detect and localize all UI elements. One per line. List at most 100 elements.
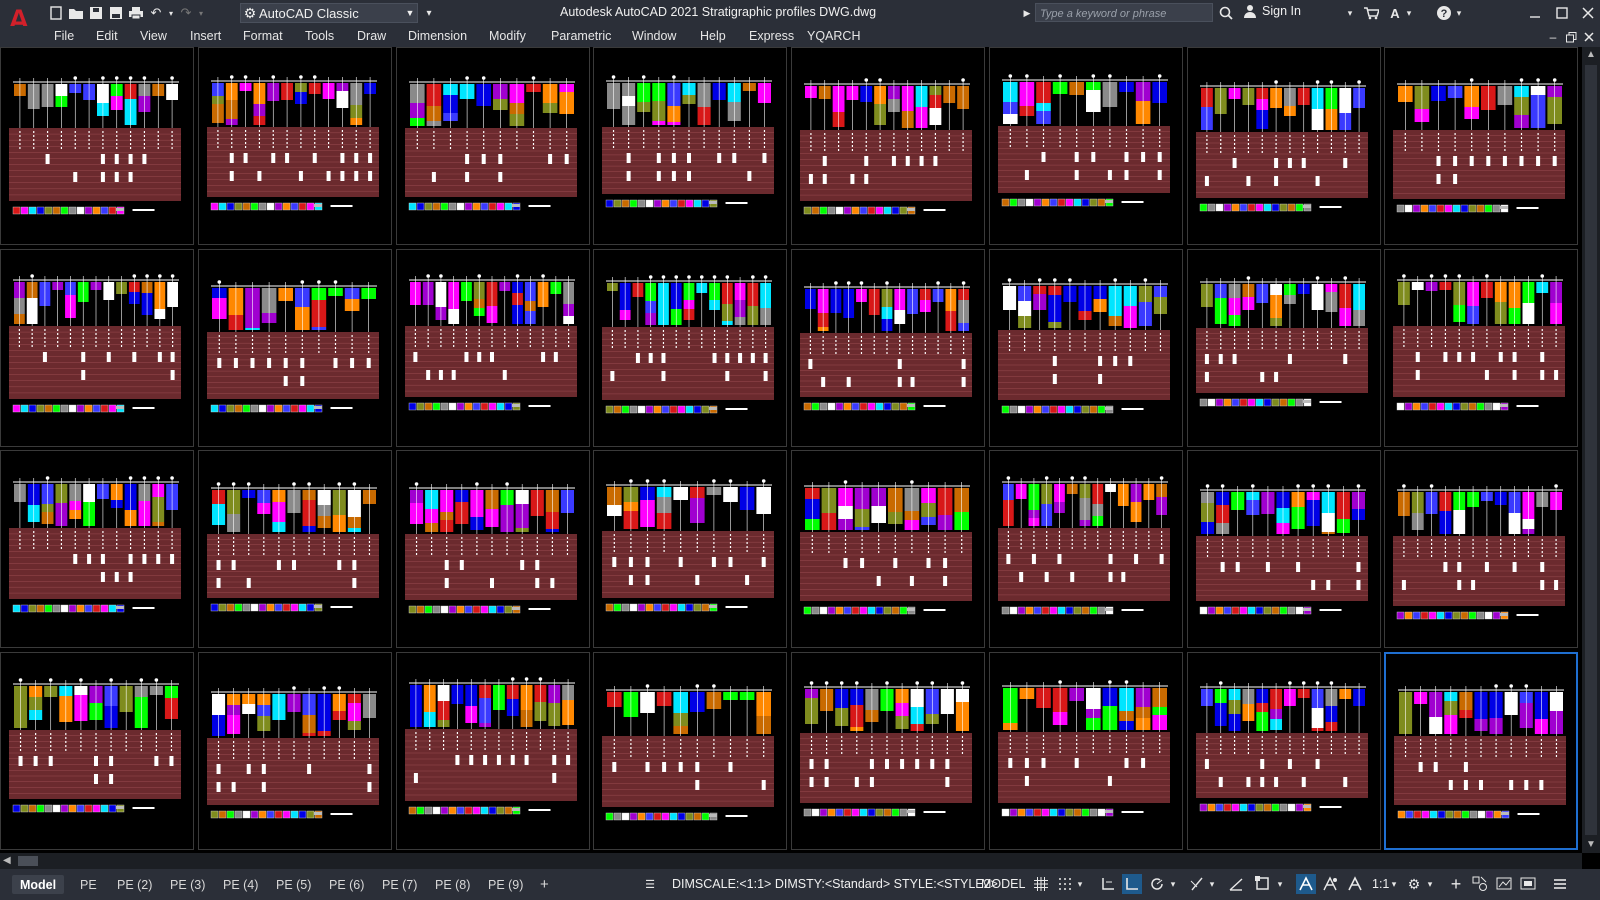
chevron-right-icon[interactable]: ▶ [1022, 3, 1032, 23]
tab-pe-7[interactable]: PE (7) [382, 875, 417, 894]
profile-sheet[interactable] [1187, 249, 1381, 447]
profile-sheet[interactable] [198, 47, 392, 245]
object-snap-dropdown-icon[interactable]: ▾ [1274, 874, 1286, 894]
minimize-icon[interactable] [1525, 3, 1545, 23]
menu-window[interactable]: Window [632, 29, 676, 43]
profile-sheet[interactable] [396, 450, 590, 648]
profile-sheet[interactable] [593, 249, 787, 447]
profile-sheet[interactable] [1187, 450, 1381, 648]
menu-view[interactable]: View [140, 29, 167, 43]
model-space-button[interactable]: MODEL [981, 877, 1025, 891]
profile-sheet[interactable] [198, 652, 392, 850]
profile-sheet[interactable] [593, 652, 787, 850]
a360-dropdown-icon[interactable]: ▾ [1404, 3, 1414, 23]
profile-sheet[interactable] [396, 249, 590, 447]
cart-icon[interactable] [1361, 3, 1381, 23]
horizontal-scroll-thumb[interactable] [18, 856, 38, 866]
object-snap-tracking-icon[interactable] [1226, 874, 1246, 894]
annotation-scale-value[interactable]: 1:1 [1372, 877, 1389, 891]
customize-toolbar-icon[interactable]: ▾ [422, 3, 436, 23]
tab-pe-5[interactable]: PE (5) [276, 875, 311, 894]
infer-constraints-icon[interactable] [1098, 874, 1118, 894]
profile-sheet[interactable] [0, 249, 194, 447]
save-icon[interactable] [86, 4, 106, 22]
profile-sheet[interactable] [989, 47, 1183, 245]
autodesk-a360-icon[interactable]: A [1385, 3, 1405, 23]
menu-dimension[interactable]: Dimension [408, 29, 467, 43]
profile-sheet[interactable] [198, 249, 392, 447]
profile-sheet[interactable] [0, 652, 194, 850]
sign-in-dropdown-icon[interactable]: ▾ [1344, 3, 1356, 23]
polar-tracking-icon[interactable] [1147, 874, 1167, 894]
profile-sheet[interactable] [1187, 652, 1381, 850]
profile-sheet[interactable] [0, 47, 194, 245]
snap-mode-icon[interactable] [1055, 874, 1075, 894]
object-snap-icon[interactable] [1253, 874, 1273, 894]
profile-sheet[interactable] [1384, 249, 1578, 447]
profile-sheet[interactable] [198, 450, 392, 648]
profile-sheet[interactable] [593, 450, 787, 648]
maximize-icon[interactable] [1552, 3, 1572, 23]
open-folder-icon[interactable] [66, 4, 86, 22]
clean-screen-icon[interactable] [1518, 874, 1538, 894]
redo-icon[interactable]: ↷ [176, 4, 196, 22]
workspace-dropdown-icon[interactable]: ▾ [1424, 874, 1436, 894]
tab-pe-3[interactable]: PE (3) [170, 875, 205, 894]
tab-pe-8[interactable]: PE (8) [435, 875, 470, 894]
menu-insert[interactable]: Insert [190, 29, 221, 43]
menu-parametric[interactable]: Parametric [551, 29, 611, 43]
menu-yqarch[interactable]: YQARCH [807, 29, 860, 43]
doc-close-icon[interactable] [1581, 27, 1597, 47]
vertical-scroll-thumb[interactable] [1585, 65, 1597, 835]
profile-sheet[interactable] [1384, 47, 1578, 245]
doc-restore-icon[interactable] [1563, 27, 1579, 47]
command-line-menu-icon[interactable]: ☰ [640, 874, 660, 894]
ortho-mode-icon[interactable] [1122, 874, 1142, 894]
tab-model[interactable]: Model [12, 875, 65, 894]
new-file-icon[interactable] [46, 4, 66, 22]
horizontal-scrollbar[interactable]: ◀ [0, 853, 1582, 869]
sign-in-button[interactable]: Sign In [1243, 4, 1301, 18]
customization-menu-icon[interactable] [1550, 874, 1570, 894]
search-icon[interactable] [1216, 3, 1236, 23]
tab-pe[interactable]: PE [80, 875, 97, 894]
profile-sheet[interactable] [593, 47, 787, 245]
menu-modify[interactable]: Modify [489, 29, 526, 43]
annotation-visibility-icon[interactable] [1296, 874, 1316, 894]
profile-sheet[interactable] [989, 450, 1183, 648]
profile-sheet[interactable] [396, 47, 590, 245]
menu-edit[interactable]: Edit [96, 29, 118, 43]
scroll-up-icon[interactable]: ▲ [1586, 49, 1596, 60]
search-field[interactable] [1035, 3, 1213, 23]
profile-sheet[interactable] [0, 450, 194, 648]
drawing-canvas[interactable] [0, 47, 1582, 853]
tab-pe-6[interactable]: PE (6) [329, 875, 364, 894]
scroll-left-icon[interactable]: ◀ [3, 855, 11, 866]
polar-dropdown-icon[interactable]: ▾ [1167, 874, 1179, 894]
doc-minimize-icon[interactable]: – [1545, 27, 1561, 47]
close-icon[interactable] [1578, 3, 1598, 23]
workspace-dropdown[interactable]: ⚙ AutoCAD Classic ▼ [240, 3, 418, 23]
profile-sheet[interactable] [791, 249, 985, 447]
tab-pe-9[interactable]: PE (9) [488, 875, 523, 894]
profile-sheet[interactable] [989, 652, 1183, 850]
undo-icon[interactable]: ↶ [146, 4, 166, 22]
save-as-icon[interactable] [106, 4, 126, 22]
vertical-scrollbar[interactable]: ▲ ▼ [1582, 47, 1600, 853]
profile-sheet[interactable] [791, 450, 985, 648]
profile-sheet[interactable] [791, 652, 985, 850]
menu-tools[interactable]: Tools [305, 29, 334, 43]
profile-sheet[interactable] [1384, 450, 1578, 648]
annotation-monitor-icon[interactable]: + [1446, 874, 1466, 894]
units-icon[interactable] [1470, 874, 1490, 894]
isodraft-icon[interactable] [1187, 874, 1207, 894]
profile-sheet[interactable] [1187, 47, 1381, 245]
workspace-switching-gear-icon[interactable]: ⚙ [1404, 874, 1424, 894]
menu-help[interactable]: Help [700, 29, 726, 43]
add-layout-tab-button[interactable]: + [540, 875, 549, 894]
help-dropdown-icon[interactable]: ▾ [1454, 3, 1464, 23]
menu-file[interactable]: File [54, 29, 74, 43]
search-input[interactable] [1036, 5, 1212, 23]
snap-dropdown-icon[interactable]: ▾ [1074, 874, 1086, 894]
print-icon[interactable] [126, 4, 146, 22]
